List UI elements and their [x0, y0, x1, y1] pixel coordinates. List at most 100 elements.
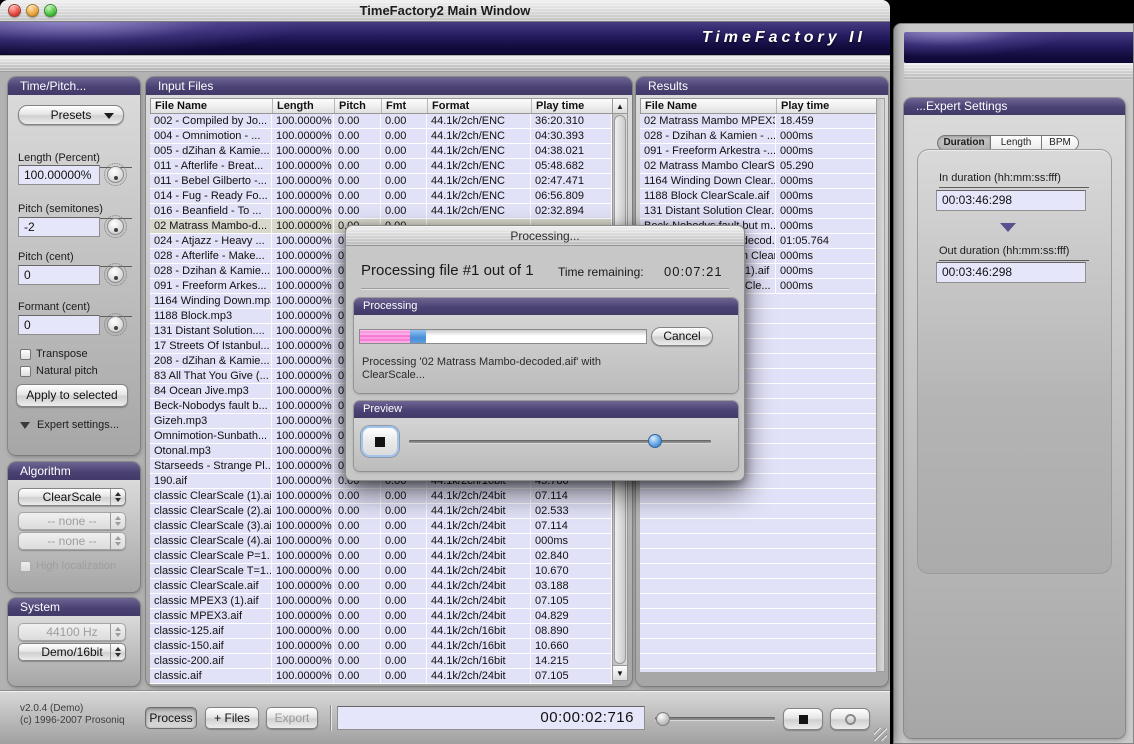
cell-format: 44.1k/2ch/ENC [427, 174, 531, 188]
column-header-fmt[interactable]: Fmt [382, 99, 428, 113]
preview-slider-thumb[interactable] [648, 434, 662, 448]
table-row[interactable]: 091 - Freeform Arkestra -... 000ms [640, 144, 876, 159]
transport-slider[interactable] [655, 717, 775, 720]
table-row[interactable]: 005 - dZihan & Kamie... 100.0000% 0.00 0… [150, 144, 612, 159]
cell-file-name: classic ClearScale.aif [150, 579, 272, 593]
table-row[interactable]: 011 - Bebel Gilberto -... 100.0000% 0.00… [150, 174, 612, 189]
table-row[interactable]: 028 - Dzihan & Kamien - ... 000ms [640, 129, 876, 144]
table-row[interactable]: 016 - Beanfield - To ... 100.0000% 0.00 … [150, 204, 612, 219]
length-input[interactable]: 100.00000% [18, 165, 100, 185]
out-duration-input[interactable]: 00:03:46:298 [936, 262, 1086, 283]
formant-dial-icon[interactable] [107, 316, 124, 333]
cell-format: 44.1k/2ch/24bit [427, 534, 531, 548]
preview-group: Preview [354, 401, 738, 471]
record-button[interactable] [830, 708, 870, 730]
cell-fmt: 0.00 [381, 564, 427, 578]
cell-length: 100.0000% [272, 444, 334, 458]
column-header-playtime[interactable]: Play time [532, 99, 613, 113]
cell-play-time: 000ms [776, 249, 876, 263]
input-files-column-headers: File Name Length Pitch Fmt Format Play t… [150, 98, 614, 114]
cancel-button[interactable]: Cancel [651, 327, 713, 346]
dialog-divider [361, 288, 729, 289]
table-row[interactable]: 004 - Omnimotion - ... 100.0000% 0.00 0.… [150, 129, 612, 144]
cell-fmt: 0.00 [381, 534, 427, 548]
table-row[interactable]: classic.aif 100.0000% 0.00 0.00 44.1k/2c… [150, 669, 612, 684]
cell-pitch: 0.00 [334, 594, 381, 608]
cell-length: 100.0000% [272, 204, 334, 218]
transpose-checkbox[interactable]: Transpose [20, 348, 88, 360]
cell-play-time: 000ms [776, 264, 876, 278]
formant-input[interactable]: 0 [18, 315, 100, 335]
table-row[interactable]: classic ClearScale (1).aif 100.0000% 0.0… [150, 489, 612, 504]
length-dial-icon[interactable] [107, 166, 124, 183]
column-header-filename[interactable]: File Name [641, 99, 777, 113]
window-title: TimeFactory2 Main Window [0, 0, 890, 21]
table-row[interactable]: 002 - Compiled by Jo... 100.0000% 0.00 0… [150, 114, 612, 129]
table-row[interactable]: classic ClearScale (4).aif 100.0000% 0.0… [150, 534, 612, 549]
pitch-semitones-input[interactable]: -2 [18, 217, 100, 237]
column-header-pitch[interactable]: Pitch [335, 99, 382, 113]
brand-banner [904, 32, 1133, 63]
algorithm-select-1[interactable]: ClearScale [18, 488, 126, 506]
cell-length: 100.0000% [272, 354, 334, 368]
cell-format: 44.1k/2ch/24bit [427, 579, 531, 593]
table-row[interactable]: classic ClearScale (3).aif 100.0000% 0.0… [150, 519, 612, 534]
table-row[interactable]: 1164 Winding Down Clear... 000ms [640, 174, 876, 189]
pitch-cent-input[interactable]: 0 [18, 265, 100, 285]
cell-length: 100.0000% [272, 399, 334, 413]
table-row[interactable]: classic-200.aif 100.0000% 0.00 0.00 44.1… [150, 654, 612, 669]
time-pitch-body: Presets Length (Percent) 100.00000% Pitc… [8, 95, 140, 455]
add-files-button[interactable]: + Files [205, 707, 259, 729]
table-row[interactable]: classic-125.aif 100.0000% 0.00 0.00 44.1… [150, 624, 612, 639]
apply-to-selected-button[interactable]: Apply to selected [16, 384, 128, 407]
table-row[interactable]: classic ClearScale.aif 100.0000% 0.00 0.… [150, 579, 612, 594]
stop-button[interactable] [783, 708, 823, 730]
table-row[interactable]: 131 Distant Solution Clear... 000ms [640, 204, 876, 219]
cell-length: 100.0000% [272, 339, 334, 353]
dialog-titlebar[interactable]: Processing... [346, 226, 744, 246]
column-header-playtime[interactable]: Play time [777, 99, 877, 113]
cell-file-name: classic ClearScale (2).aif [150, 504, 272, 518]
table-row[interactable]: classic ClearScale (2).aif 100.0000% 0.0… [150, 504, 612, 519]
cell-format: 44.1k/2ch/ENC [427, 159, 531, 173]
cell-file-name: 004 - Omnimotion - ... [150, 129, 272, 143]
transport-slider-thumb[interactable] [656, 712, 670, 726]
table-row[interactable]: classic ClearScale P=1... 100.0000% 0.00… [150, 549, 612, 564]
results-scrollbar-track[interactable] [876, 98, 885, 672]
column-header-length[interactable]: Length [273, 99, 335, 113]
table-row[interactable]: classic-150.aif 100.0000% 0.00 0.00 44.1… [150, 639, 612, 654]
cell-play-time: 04.829 [531, 609, 612, 623]
presets-dropdown[interactable]: Presets [18, 105, 124, 125]
table-row[interactable]: classic MPEX3 (1).aif 100.0000% 0.00 0.0… [150, 594, 612, 609]
table-row[interactable]: 011 - Afterlife - Breat... 100.0000% 0.0… [150, 159, 612, 174]
table-row[interactable]: classic MPEX3.aif 100.0000% 0.00 0.00 44… [150, 609, 612, 624]
cell-pitch: 0.00 [334, 579, 381, 593]
preview-stop-button[interactable] [361, 426, 399, 457]
preview-slider[interactable] [409, 440, 711, 443]
cell-play-time: 000ms [531, 534, 612, 548]
expert-settings-disclosure[interactable]: Expert settings... [20, 419, 119, 431]
output-mode-select[interactable]: Demo/16bit [18, 643, 126, 661]
process-button[interactable]: Process [145, 707, 197, 729]
checkbox-icon [20, 349, 31, 360]
table-row[interactable]: 1188 Block ClearScale.aif 000ms [640, 189, 876, 204]
column-header-format[interactable]: Format [428, 99, 532, 113]
table-row[interactable]: 02 Matrass Mambo MPEX3... 18.459 [640, 114, 876, 129]
pitch-cent-dial-icon[interactable] [107, 266, 124, 283]
results-column-headers: File Name Play time [640, 98, 878, 114]
column-header-filename[interactable]: File Name [151, 99, 273, 113]
cell-format: 44.1k/2ch/24bit [427, 564, 531, 578]
pitch-semitones-dial-icon[interactable] [107, 218, 124, 235]
cell-play-time: 05.290 [776, 159, 876, 173]
titlebar[interactable]: TimeFactory2 Main Window [0, 0, 890, 22]
resize-grip[interactable] [874, 728, 887, 741]
in-duration-input[interactable]: 00:03:46:298 [936, 190, 1086, 211]
table-row[interactable]: classic ClearScale T=1... 100.0000% 0.00… [150, 564, 612, 579]
scroll-up-icon[interactable]: ▲ [613, 99, 627, 114]
table-row[interactable]: 02 Matrass Mambo ClearS... 05.290 [640, 159, 876, 174]
scroll-down-icon[interactable]: ▼ [613, 665, 627, 680]
natural-pitch-checkbox[interactable]: Natural pitch [20, 365, 98, 377]
system-header: System [8, 598, 140, 616]
cell-play-time: 06:56.809 [531, 189, 612, 203]
table-row[interactable]: 014 - Fug - Ready Fo... 100.0000% 0.00 0… [150, 189, 612, 204]
